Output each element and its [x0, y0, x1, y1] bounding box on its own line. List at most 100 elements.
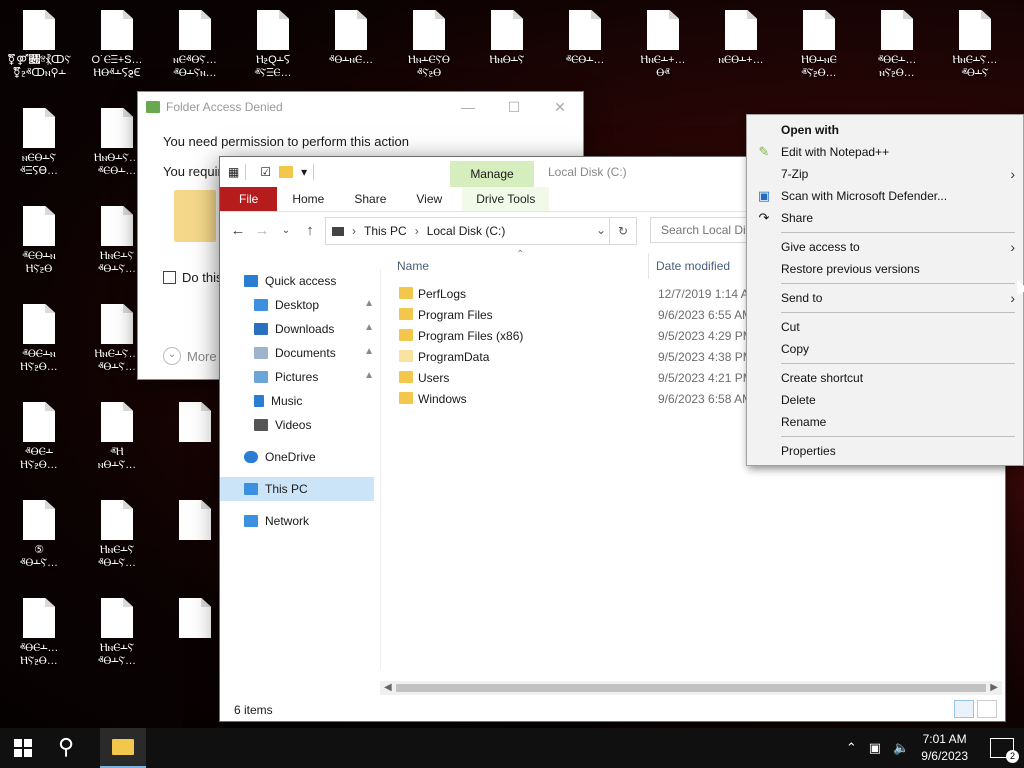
menu-share[interactable]: ↷ Share [747, 207, 1023, 229]
menu-open-with[interactable]: Open with [747, 119, 1023, 141]
menu-give-access[interactable]: Give access to › [747, 236, 1023, 258]
desktop-file-icon[interactable]: ⲎⳉQⲲⲊ ⱏⲊⲶⲈ… [236, 10, 310, 80]
do-this-checkbox[interactable]: Do this [163, 270, 222, 285]
document-icon [23, 402, 55, 442]
menu-restore-previous[interactable]: Restore previous versions [747, 258, 1023, 280]
desktop-file-icon[interactable]: ⲎⲛⲲⲈⲊⲐ ⱏⲊⳉⲐ [392, 10, 466, 80]
more-details-button[interactable]: ⌄ More [163, 347, 217, 365]
desktop-file-icon[interactable]: ⱏⲐⲈⲲ… ⲛⲊⳉⲐ… [860, 10, 934, 80]
tab-home[interactable]: Home [277, 187, 339, 211]
close-button[interactable]: ✕ [537, 92, 583, 122]
desktop-file-icon[interactable]: ⱏⲈⲐⲲ… [548, 10, 622, 67]
chevron-down-icon[interactable]: ⌄ [596, 223, 606, 237]
nav-network[interactable]: Network [220, 509, 380, 533]
desktop-file-icon[interactable]: ⲎⲛⲐⲲⲊ [470, 10, 544, 67]
document-icon [881, 10, 913, 50]
desktop-file-icon[interactable]: O˙ⲈⲶ+S… ⲎⲐⱏⲲⲊⳉⲈ [80, 10, 154, 80]
pin-icon: ▲ [364, 298, 374, 309]
desktop-file-icon[interactable]: ⲎⲐⲲⲛⲈ ⱏⲊⳉⲐ… [782, 10, 856, 80]
tab-share[interactable]: Share [339, 187, 401, 211]
desktop-file-icon[interactable]: ⲎⲛⲈⲲⲊ ⱏⲐⲲⲊ… [80, 598, 154, 668]
properties-icon[interactable]: ☑ [260, 165, 271, 179]
desktop-file-icon[interactable]: ⲛⲈⲐⲲ+… [704, 10, 778, 67]
minimize-button[interactable]: — [445, 92, 491, 122]
column-name[interactable]: Name [397, 259, 429, 273]
maximize-button[interactable]: ☐ [491, 92, 537, 122]
clock[interactable]: 7:01 AM 9/6/2023 [921, 731, 968, 765]
desktop-icon-label: ⱏⲐⲈⲲ… [877, 54, 917, 66]
large-icons-view-icon[interactable] [977, 700, 997, 718]
desktop-file-icon[interactable]: ⲎⲛⲈⲲⲊ… ⱏⲐⲲⲊ [938, 10, 1012, 80]
scroll-left-icon[interactable]: ◀ [384, 681, 392, 695]
desktop-file-icon[interactable]: ⱏⲐⲲⲛⲈ… [314, 10, 388, 67]
desktop-icon-label: ⱏⲐⲈⲲ [25, 446, 53, 458]
desktop-file-icon[interactable]: ⱏⲐⲈⲲⲛ ⲎⲊⳉⲐ… [2, 304, 76, 374]
desktop-file-icon[interactable]: ⲛⲈⲐⲲⲊ ⱏⲶⲊⲐ… [2, 108, 76, 178]
desktop-icon-label: ⱏⲈⲐⲲⲛ [22, 250, 56, 262]
tab-file[interactable]: File [220, 187, 278, 211]
menu-send-to[interactable]: Send to › [747, 287, 1023, 309]
nav-music[interactable]: Music [220, 389, 380, 413]
folder-icon [399, 371, 413, 383]
up-arrow-icon[interactable]: ↑ [298, 222, 322, 239]
desktop-icon-label: ⱏⲐⲲⲊ… [19, 557, 59, 569]
breadcrumb-this-pc[interactable]: This PC [364, 224, 407, 238]
desktop-file-icon[interactable]: ⑤ ⱏⲐⲲⲊ… [2, 500, 76, 570]
document-icon [23, 598, 55, 638]
desktop-icon-label: ⲎⲐⲲⲛⲈ [801, 54, 837, 66]
nav-documents[interactable]: Documents ▲ [220, 341, 380, 365]
nav-this-pc[interactable]: This PC [220, 477, 374, 501]
system-tray: ⌃ ▣ 🔈 7:01 AM 9/6/2023 2 [846, 728, 1024, 768]
desktop-file-icon[interactable]: ⲎⲛⲈⲲⲊ ⱏⲐⲲⲊ… [80, 500, 154, 570]
desktop-icon-label: ⲛⲈⱏⲐⲊ… [173, 54, 217, 66]
menu-scan-defender[interactable]: ▣ Scan with Microsoft Defender... [747, 185, 1023, 207]
menu-copy[interactable]: Copy [747, 338, 1023, 360]
breadcrumb-local-disk[interactable]: Local Disk (C:) [427, 224, 506, 238]
menu-create-shortcut[interactable]: Create shortcut [747, 367, 1023, 389]
checkbox-box[interactable] [163, 271, 176, 284]
address-bar[interactable]: › This PC › Local Disk (C:) ⌄ ↻ [325, 217, 637, 245]
desktop-file-icon[interactable]: ⚧⚤𑱇ⱄ⳩ↀⲊ ⚧ⳉⱏↀⲛ⚲Ⲳ [2, 10, 76, 80]
scrollbar-thumb[interactable] [396, 684, 986, 692]
desktop-icon-label: ⱏⲎ [110, 446, 124, 458]
nav-quick-access[interactable]: Quick access [220, 269, 380, 293]
scroll-right-icon[interactable]: ▶ [990, 681, 998, 695]
search-icon[interactable]: ⚲ [58, 734, 74, 760]
network-icon[interactable]: ▣ [869, 740, 881, 756]
menu-cut[interactable]: Cut [747, 316, 1023, 338]
desktop-file-icon[interactable]: ⲎⲛⲈⲲ+… Ⲑⱏ [626, 10, 700, 80]
menu-properties[interactable]: Properties [747, 440, 1023, 462]
nav-pictures[interactable]: Pictures ▲ [220, 365, 380, 389]
windows-start-icon[interactable] [14, 739, 32, 757]
details-view-icon[interactable] [954, 700, 974, 718]
refresh-icon[interactable]: ↻ [609, 218, 636, 244]
horizontal-scrollbar[interactable]: ◀ ▶ [380, 681, 1002, 695]
desktop-file-icon[interactable]: ⱏⲐⲈⲲ… ⲎⲊⳉⲐ… [2, 598, 76, 668]
volume-muted-icon[interactable]: 🔈 [893, 740, 909, 756]
menu-delete[interactable]: Delete [747, 389, 1023, 411]
desktop-file-icon[interactable]: ⲛⲈⱏⲐⲊ… ⱏⲐⲲⲊⲛ… [158, 10, 232, 80]
notification-center-icon[interactable]: 2 [990, 738, 1019, 763]
nav-videos[interactable]: Videos [220, 413, 380, 437]
chevron-up-icon[interactable]: ⌃ [846, 740, 857, 756]
menu-edit-with-notepad[interactable]: ✎ Edit with Notepad++ [747, 141, 1023, 163]
new-folder-icon[interactable] [279, 166, 294, 178]
document-icon [101, 598, 133, 638]
desktop-file-icon[interactable]: ⱏⲐⲈⲲ ⲎⲊⳉⲐ… [2, 402, 76, 472]
desktop-file-icon[interactable]: ⱏⲈⲐⲲⲛ ⲎⲊⳉⲐ [2, 206, 76, 276]
back-arrow-icon[interactable]: ← [226, 222, 250, 239]
tab-drive-tools[interactable]: Drive Tools [462, 187, 550, 211]
taskbar-file-explorer[interactable] [100, 728, 146, 768]
desktop-file-icon[interactable]: ⱏⲎ ⲛⲐⲲⲊ… [80, 402, 154, 472]
column-date-modified[interactable]: Date modified [656, 259, 730, 273]
nav-downloads[interactable]: Downloads ▲ [220, 317, 380, 341]
tab-view[interactable]: View [401, 187, 457, 211]
customize-toolbar-dropdown[interactable]: ▾ [301, 165, 307, 179]
menu-rename[interactable]: Rename [747, 411, 1023, 433]
desktop-icon-label: ⲎⲊⳉⲐ… [20, 361, 58, 373]
forward-arrow-icon[interactable]: → [250, 222, 274, 239]
nav-desktop[interactable]: Desktop ▲ [220, 293, 380, 317]
menu-7zip[interactable]: 7-Zip › [747, 163, 1023, 185]
nav-onedrive[interactable]: OneDrive [220, 445, 380, 469]
recent-locations-icon[interactable]: ⌄ [274, 225, 298, 236]
